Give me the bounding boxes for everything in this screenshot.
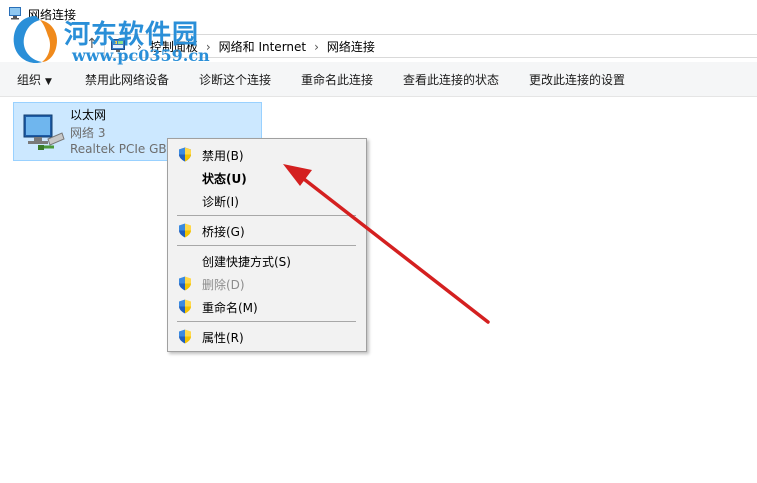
uac-shield-icon [179, 276, 191, 291]
menu-label-disable: 禁用(B) [202, 149, 244, 163]
adapter-name: 以太网 [70, 108, 107, 122]
chevron-right-icon[interactable]: › [314, 40, 319, 54]
organize-label: 组织 [17, 73, 42, 87]
adapter-network: 网络 3 [70, 126, 106, 140]
breadcrumb-network-internet[interactable]: 网络和 Internet [219, 38, 306, 55]
menu-label-diagnose: 诊断(I) [202, 195, 239, 209]
context-menu: 禁用(B) 状态(U) 诊断(I) 桥接(G) 创建快捷方式(S) 删除(D) [167, 138, 367, 352]
menu-separator [177, 245, 356, 246]
uac-shield-icon [179, 299, 191, 314]
uac-shield-icon [179, 147, 191, 162]
menu-item-properties[interactable]: 属性(R) [168, 325, 366, 347]
watermark-logo-icon [13, 16, 58, 64]
menu-label-rename: 重命名(M) [202, 301, 258, 315]
menu-label-status: 状态(U) [202, 172, 247, 186]
rename-button[interactable]: 重命名此连接 [301, 71, 373, 88]
menu-separator [177, 215, 356, 216]
menu-item-rename[interactable]: 重命名(M) [168, 295, 366, 317]
menu-label-shortcut: 创建快捷方式(S) [202, 255, 291, 269]
disable-device-button[interactable]: 禁用此网络设备 [85, 71, 169, 88]
menu-item-bridge[interactable]: 桥接(G) [168, 219, 366, 241]
uac-shield-icon [179, 329, 191, 344]
dropdown-arrow-icon: ▼ [45, 77, 52, 87]
uac-shield-icon [179, 223, 191, 238]
menu-item-disable[interactable]: 禁用(B) [168, 143, 366, 165]
watermark: 河东软件园 www.pc0359.cn [6, 12, 216, 72]
network-adapter-icon [23, 114, 65, 150]
menu-item-status[interactable]: 状态(U) [168, 166, 366, 188]
menu-label-bridge: 桥接(G) [202, 225, 245, 239]
menu-label-delete: 删除(D) [202, 278, 245, 292]
menu-item-diagnose[interactable]: 诊断(I) [168, 189, 366, 211]
change-settings-button[interactable]: 更改此连接的设置 [529, 71, 625, 88]
view-status-button[interactable]: 查看此连接的状态 [403, 71, 499, 88]
adapter-device: Realtek PCIe GBE [70, 142, 175, 156]
diagnose-button[interactable]: 诊断这个连接 [199, 71, 271, 88]
menu-separator [177, 321, 356, 322]
watermark-url: www.pc0359.cn [72, 46, 210, 65]
menu-item-create-shortcut[interactable]: 创建快捷方式(S) [168, 249, 366, 271]
breadcrumb-network-connections[interactable]: 网络连接 [327, 38, 375, 55]
organize-button[interactable]: 组织 ▼ [17, 71, 52, 88]
menu-label-properties: 属性(R) [202, 331, 244, 345]
menu-item-delete: 删除(D) [168, 272, 366, 294]
